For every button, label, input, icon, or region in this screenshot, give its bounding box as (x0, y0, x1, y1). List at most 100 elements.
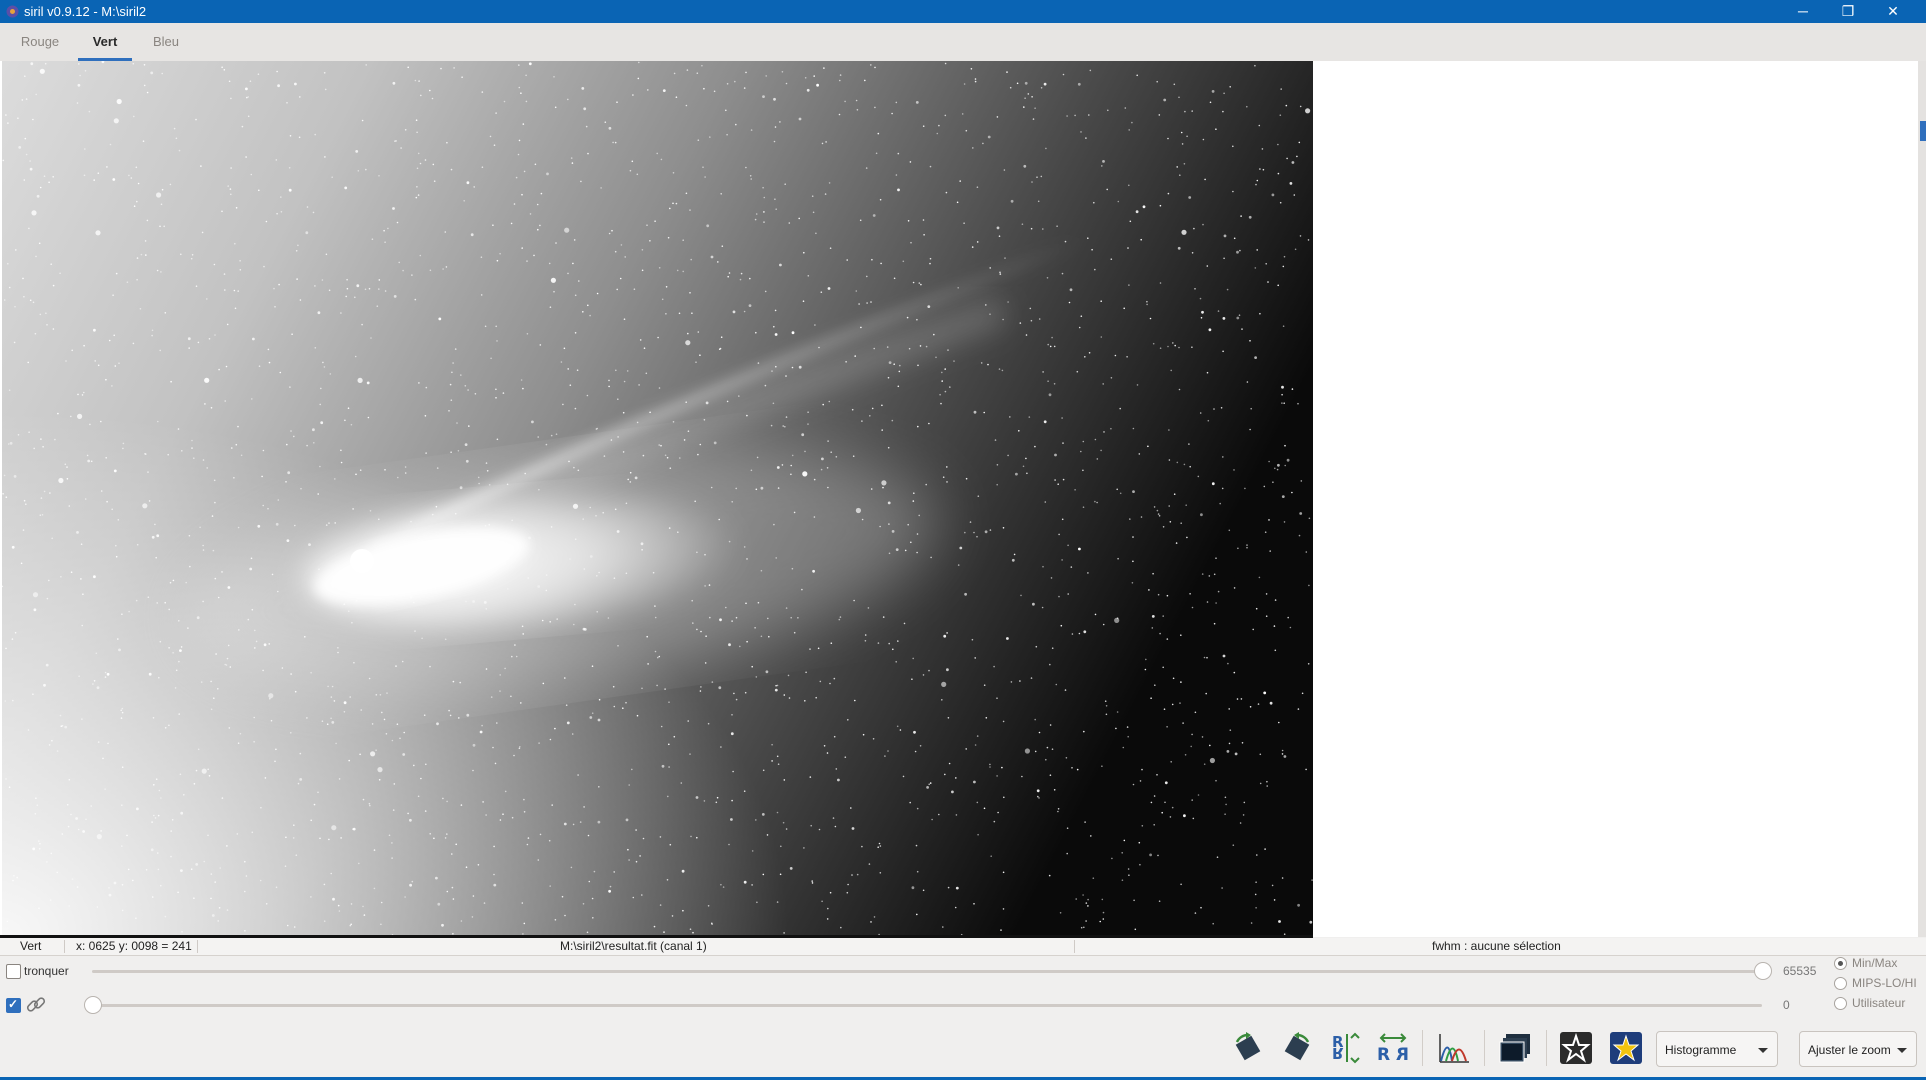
star (1094, 268, 1096, 271)
star (518, 86, 521, 89)
star (1236, 250, 1239, 254)
star (911, 678, 913, 680)
star (1146, 300, 1148, 303)
star (874, 106, 876, 109)
radio-minmax[interactable] (1834, 957, 1847, 970)
star (52, 328, 55, 330)
star (887, 446, 890, 449)
star (643, 347, 646, 350)
star (213, 479, 216, 482)
tab-rouge[interactable]: Rouge (14, 23, 66, 61)
star (29, 167, 33, 171)
display-mode-select[interactable]: Histogramme (1656, 1031, 1778, 1067)
star (1246, 544, 1248, 546)
histogram-icon[interactable] (1436, 1030, 1472, 1066)
star (496, 722, 498, 724)
star (1259, 168, 1261, 170)
star (615, 369, 617, 372)
star (59, 714, 62, 717)
star (1156, 774, 1158, 776)
star (945, 191, 948, 194)
star (518, 747, 521, 750)
low-slider-knob[interactable] (84, 996, 102, 1014)
star (539, 224, 541, 227)
star (750, 178, 752, 180)
star (774, 126, 777, 128)
link-checkbox[interactable] (6, 997, 21, 1013)
star (84, 70, 87, 72)
star (357, 170, 360, 172)
star (229, 666, 232, 668)
zoom-select[interactable]: Ajuster le zoom (1799, 1031, 1917, 1067)
star (973, 780, 976, 784)
star (280, 211, 283, 213)
rotate-right-icon[interactable] (1279, 1030, 1315, 1066)
star (815, 696, 817, 699)
star (1093, 201, 1095, 204)
star (1061, 417, 1063, 419)
star (828, 182, 831, 184)
star (587, 834, 590, 837)
star (295, 250, 298, 252)
star (32, 301, 35, 304)
mirror-vertical-icon[interactable]: R R (1327, 1030, 1363, 1066)
comet-image[interactable] (2, 61, 1313, 935)
star (310, 896, 312, 898)
star (1048, 874, 1051, 877)
tab-bleu[interactable]: Bleu (144, 23, 188, 61)
star (510, 222, 513, 225)
star (1298, 534, 1301, 537)
star (9, 441, 13, 445)
right-scrollbar[interactable] (1918, 61, 1926, 937)
star (120, 717, 123, 719)
radio-mips[interactable] (1834, 977, 1847, 990)
star (330, 717, 332, 720)
star (22, 277, 24, 280)
star (164, 727, 167, 729)
low-slider-track[interactable] (92, 1004, 1762, 1007)
restore-button[interactable]: ❐ (1825, 0, 1871, 23)
star (75, 817, 78, 820)
star (392, 809, 395, 811)
star (460, 804, 463, 806)
star (407, 812, 409, 815)
star (278, 283, 280, 286)
close-button[interactable]: ✕ (1870, 0, 1916, 23)
mirror-horizontal-icon[interactable]: R R (1375, 1030, 1411, 1066)
scrollbar-thumb[interactable] (1920, 121, 1926, 141)
star (86, 454, 89, 457)
star (953, 360, 955, 362)
minimize-button[interactable]: ─ (1780, 0, 1826, 23)
star (782, 425, 784, 427)
star (1222, 110, 1224, 113)
image-layers-icon[interactable] (1497, 1030, 1533, 1066)
star (18, 146, 22, 149)
star-list-icon[interactable] (1558, 1030, 1594, 1066)
star (1164, 781, 1168, 785)
tab-vert[interactable]: Vert (78, 23, 132, 61)
star (1051, 647, 1054, 649)
tronquer-checkbox[interactable] (6, 964, 21, 979)
star (1051, 336, 1053, 339)
star (416, 167, 419, 170)
high-slider-knob[interactable] (1754, 962, 1772, 980)
star (1002, 720, 1005, 723)
radio-utilisateur[interactable] (1834, 997, 1847, 1010)
star (773, 140, 776, 143)
link-icon[interactable] (24, 994, 48, 1016)
high-slider-track[interactable] (92, 970, 1762, 973)
star (1084, 821, 1086, 823)
star (159, 349, 161, 352)
image-canvas[interactable] (0, 61, 1313, 937)
star (838, 113, 841, 116)
star (157, 852, 159, 854)
star (1080, 450, 1082, 453)
rotate-left-icon[interactable] (1230, 1030, 1266, 1066)
star (440, 67, 442, 70)
photometry-star-icon[interactable] (1608, 1030, 1644, 1066)
star (1132, 783, 1135, 786)
star (520, 702, 522, 704)
star (1076, 768, 1079, 771)
star (1046, 277, 1049, 279)
star (791, 331, 795, 335)
